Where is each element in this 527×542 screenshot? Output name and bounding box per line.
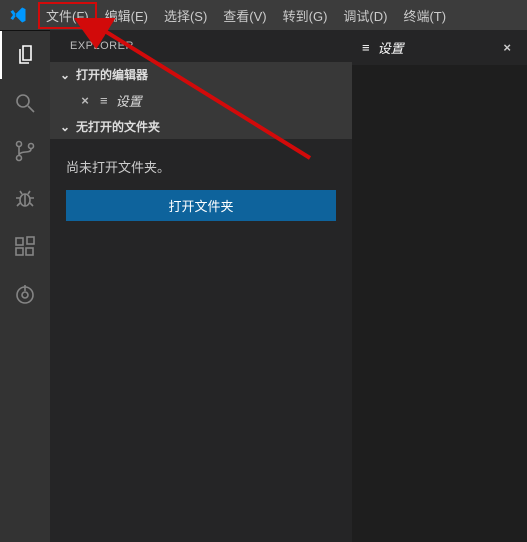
menu-file[interactable]: 文件(F): [38, 2, 97, 29]
activity-explorer[interactable]: [0, 31, 50, 79]
no-folder-header[interactable]: ⌄ 无打开的文件夹: [50, 114, 352, 139]
explorer-sidebar: EXPLORER ⌄ 打开的编辑器 × ≡ 设置 ⌄ 无打开的文件夹 尚未打开文…: [50, 30, 352, 542]
activity-search[interactable]: [0, 79, 50, 127]
vscode-logo-icon: [8, 5, 28, 25]
search-icon: [13, 91, 37, 115]
activity-bar: [0, 30, 50, 542]
tab-bar: ≡ 设置 ×: [352, 30, 527, 65]
menu-selection[interactable]: 选择(S): [156, 2, 215, 29]
files-icon: [14, 43, 38, 67]
settings-file-icon: ≡: [362, 40, 370, 55]
close-icon[interactable]: ×: [497, 40, 517, 55]
menu-view[interactable]: 查看(V): [215, 2, 274, 29]
close-icon[interactable]: ×: [78, 93, 92, 108]
editor-area: ≡ 设置 ×: [352, 30, 527, 542]
no-folder-label: 无打开的文件夹: [76, 118, 160, 135]
open-editors-header[interactable]: ⌄ 打开的编辑器: [50, 62, 352, 87]
tab-settings[interactable]: ≡ 设置 ×: [352, 30, 527, 65]
bug-icon: [13, 187, 37, 211]
open-editor-item[interactable]: × ≡ 设置: [50, 87, 352, 114]
activity-scm[interactable]: [0, 127, 50, 175]
outline-icon: [13, 283, 37, 307]
no-folder-message: 尚未打开文件夹。: [66, 157, 336, 176]
settings-file-icon: ≡: [100, 93, 108, 108]
activity-outline[interactable]: [0, 271, 50, 319]
chevron-down-icon: ⌄: [58, 120, 72, 134]
activity-debug[interactable]: [0, 175, 50, 223]
sidebar-title: EXPLORER: [50, 30, 352, 62]
no-folder-panel: 尚未打开文件夹。 打开文件夹: [50, 139, 352, 239]
activity-extensions[interactable]: [0, 223, 50, 271]
menu-debug[interactable]: 调试(D): [335, 2, 395, 29]
branch-icon: [13, 139, 37, 163]
menu-edit[interactable]: 编辑(E): [97, 2, 156, 29]
menu-go[interactable]: 转到(G): [275, 2, 336, 29]
menu-terminal[interactable]: 终端(T): [395, 2, 454, 29]
open-editor-label: 设置: [116, 91, 142, 110]
open-editors-label: 打开的编辑器: [76, 66, 148, 83]
extensions-icon: [13, 235, 37, 259]
tab-label: 设置: [378, 38, 404, 57]
open-folder-button[interactable]: 打开文件夹: [66, 190, 336, 221]
menu-bar: 文件(F) 编辑(E) 选择(S) 查看(V) 转到(G) 调试(D) 终端(T…: [0, 0, 527, 30]
chevron-down-icon: ⌄: [58, 68, 72, 82]
